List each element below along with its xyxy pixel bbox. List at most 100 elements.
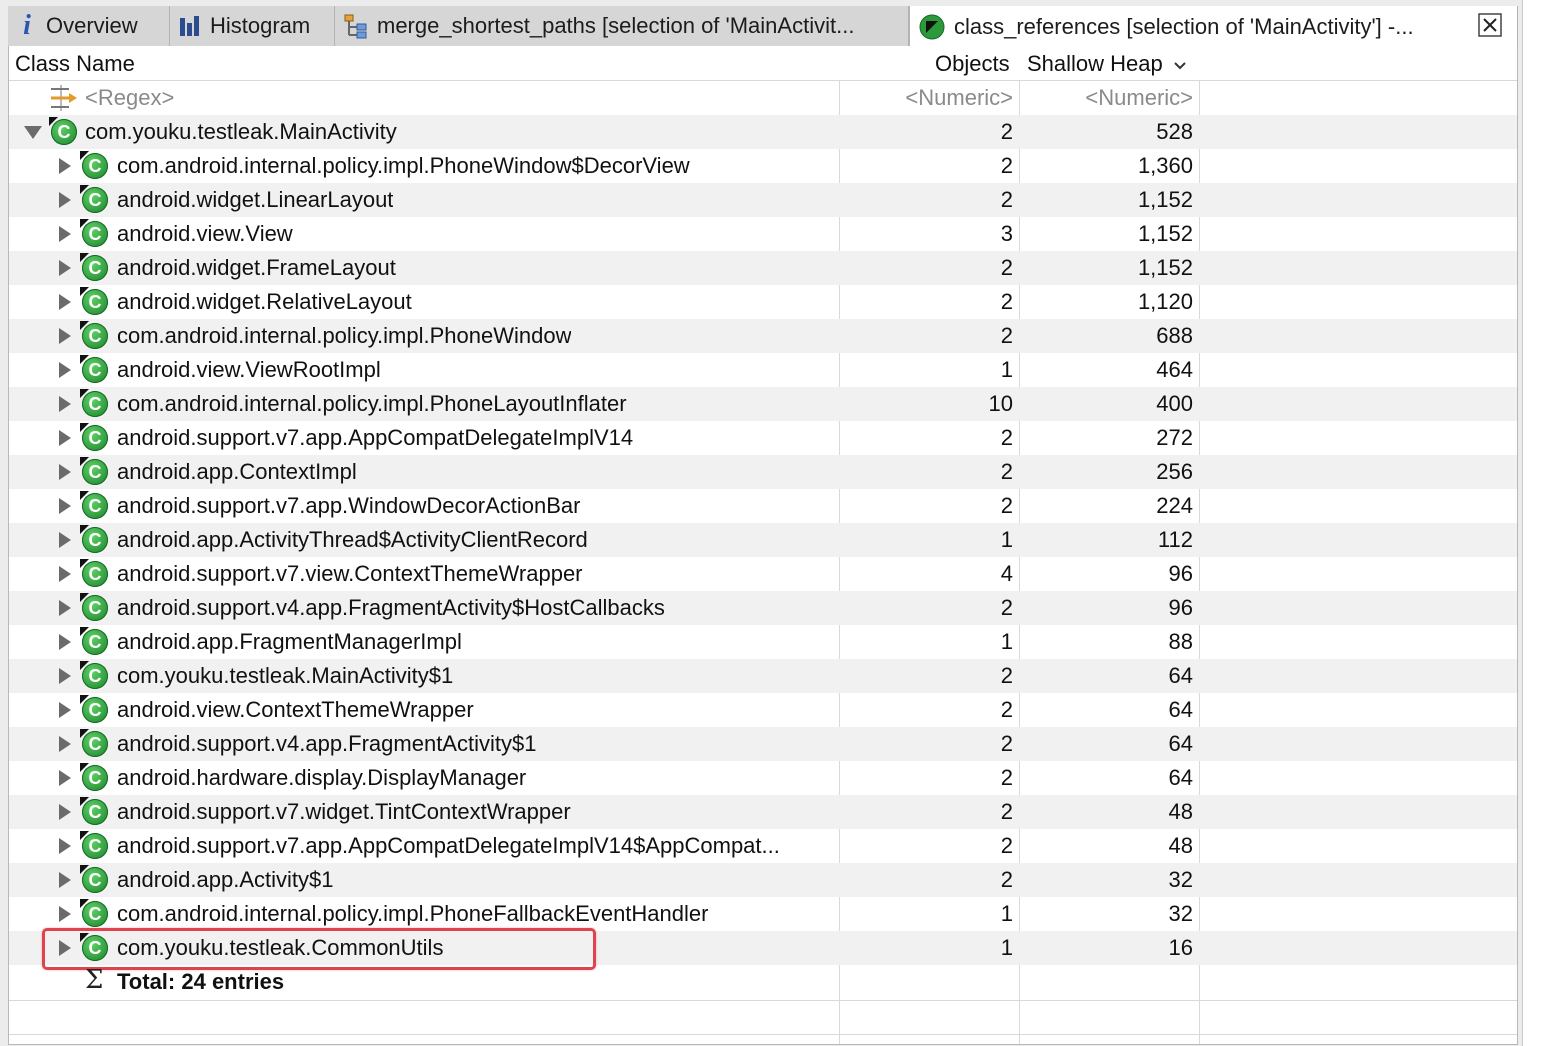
table-row[interactable]: Ccom.youku.testleak.MainActivity$1 2 64 xyxy=(9,659,1517,693)
shallow-heap-filter-input[interactable]: <Numeric> xyxy=(1029,81,1193,115)
expand-arrow-icon[interactable] xyxy=(59,464,71,480)
expand-arrow-icon[interactable] xyxy=(59,362,71,378)
expand-arrow-icon[interactable] xyxy=(59,158,71,174)
class-name-cell: com.youku.testleak.MainActivity$1 xyxy=(117,663,454,688)
table-row[interactable]: Candroid.widget.RelativeLayout 2 1,120 xyxy=(9,285,1517,319)
close-icon[interactable] xyxy=(1477,12,1503,38)
objects-cell: 2 xyxy=(1000,153,1013,178)
shallow-heap-cell: 464 xyxy=(1156,357,1193,382)
table-row[interactable]: Candroid.app.ActivityThread$ActivityClie… xyxy=(9,523,1517,557)
class-icon: C xyxy=(80,457,108,485)
class-icon: C xyxy=(80,797,108,825)
objects-cell: 1 xyxy=(1000,901,1013,926)
objects-cell: 2 xyxy=(1000,595,1013,620)
objects-cell: 2 xyxy=(1000,731,1013,756)
table-row[interactable]: Candroid.support.v7.widget.TintContextWr… xyxy=(9,795,1517,829)
table-row[interactable]: Candroid.support.v7.app.AppCompatDelegat… xyxy=(9,421,1517,455)
table-row[interactable]: Candroid.app.Activity$1 2 32 xyxy=(9,863,1517,897)
objects-cell: 2 xyxy=(1000,459,1013,484)
table-row-root[interactable]: C com.youku.testleak.MainActivity 2 528 xyxy=(9,115,1517,149)
regex-filter-icon xyxy=(51,85,77,111)
expand-arrow-icon[interactable] xyxy=(59,804,71,820)
expand-arrow-icon[interactable] xyxy=(59,770,71,786)
class-icon: C xyxy=(80,389,108,417)
class-icon: C xyxy=(80,287,108,315)
column-header-class-name[interactable]: Class Name xyxy=(15,51,135,77)
collapse-arrow-icon[interactable] xyxy=(24,126,42,139)
class-name-cell: com.youku.testleak.MainActivity xyxy=(85,119,397,144)
shallow-heap-cell: 16 xyxy=(1168,935,1193,960)
expand-arrow-icon[interactable] xyxy=(59,396,71,412)
expand-arrow-icon[interactable] xyxy=(59,260,71,276)
class-icon: C xyxy=(80,185,108,213)
tab-overview[interactable]: i Overview xyxy=(8,6,170,46)
class-name-cell: android.support.v7.app.AppCompatDelegate… xyxy=(117,833,780,858)
class-name-cell: android.support.v4.app.FragmentActivity$… xyxy=(117,595,665,620)
expand-arrow-icon[interactable] xyxy=(59,702,71,718)
expand-arrow-icon[interactable] xyxy=(59,226,71,242)
objects-cell: 2 xyxy=(1000,119,1013,144)
expand-arrow-icon[interactable] xyxy=(59,634,71,650)
shallow-heap-cell: 272 xyxy=(1156,425,1193,450)
shallow-heap-cell: 88 xyxy=(1168,629,1193,654)
table-row[interactable]: Candroid.support.v7.app.WindowDecorActio… xyxy=(9,489,1517,523)
objects-filter-input[interactable]: <Numeric> xyxy=(849,81,1013,115)
table-row[interactable]: Ccom.android.internal.policy.impl.PhoneW… xyxy=(9,319,1517,353)
objects-cell: 2 xyxy=(1000,255,1013,280)
table-row[interactable]: Ccom.android.internal.policy.impl.PhoneW… xyxy=(9,149,1517,183)
tab-class-references[interactable]: class_references [selection of 'MainActi… xyxy=(909,6,1518,47)
tab-label: Overview xyxy=(46,13,138,38)
expand-arrow-icon[interactable] xyxy=(59,736,71,752)
expand-arrow-icon[interactable] xyxy=(59,328,71,344)
expand-arrow-icon[interactable] xyxy=(59,566,71,582)
expand-arrow-icon[interactable] xyxy=(59,498,71,514)
objects-cell: 2 xyxy=(1000,765,1013,790)
table-row[interactable]: Candroid.view.ViewRootImpl 1 464 xyxy=(9,353,1517,387)
expand-arrow-icon[interactable] xyxy=(59,192,71,208)
filter-row: <Regex> <Numeric> <Numeric> xyxy=(9,81,1517,115)
table-row[interactable]: Candroid.view.ContextThemeWrapper 2 64 xyxy=(9,693,1517,727)
table-row[interactable]: Candroid.app.FragmentManagerImpl 1 88 xyxy=(9,625,1517,659)
table-row[interactable]: Candroid.support.v4.app.FragmentActivity… xyxy=(9,591,1517,625)
tab-label: merge_shortest_paths [selection of 'Main… xyxy=(377,13,855,38)
table-row[interactable]: Candroid.support.v4.app.FragmentActivity… xyxy=(9,727,1517,761)
table-row[interactable]: Candroid.support.v7.app.AppCompatDelegat… xyxy=(9,829,1517,863)
class-name-cell: android.app.ContextImpl xyxy=(117,459,357,484)
class-name-cell: android.view.ContextThemeWrapper xyxy=(117,697,474,722)
expand-arrow-icon[interactable] xyxy=(59,532,71,548)
tab-histogram[interactable]: Histogram xyxy=(170,6,335,46)
sum-icon: Σ xyxy=(85,965,104,995)
table-row[interactable]: Candroid.view.View 3 1,152 xyxy=(9,217,1517,251)
class-name-cell: com.android.internal.policy.impl.PhoneFa… xyxy=(117,901,709,926)
expand-arrow-icon[interactable] xyxy=(59,872,71,888)
table-row[interactable]: Candroid.app.ContextImpl 2 256 xyxy=(9,455,1517,489)
expand-arrow-icon[interactable] xyxy=(59,906,71,922)
table-row[interactable]: Ccom.android.internal.policy.impl.PhoneL… xyxy=(9,387,1517,421)
expand-arrow-icon[interactable] xyxy=(59,668,71,684)
objects-cell: 2 xyxy=(1000,323,1013,348)
objects-cell: 1 xyxy=(1000,527,1013,552)
class-icon: C xyxy=(80,593,108,621)
table-row[interactable]: Candroid.hardware.display.DisplayManager… xyxy=(9,761,1517,795)
tab-merge-shortest-paths[interactable]: merge_shortest_paths [selection of 'Main… xyxy=(335,6,909,46)
expand-arrow-icon[interactable] xyxy=(59,838,71,854)
expand-arrow-icon[interactable] xyxy=(59,294,71,310)
shallow-heap-cell: 1,120 xyxy=(1137,289,1193,314)
table-row[interactable]: Candroid.support.v7.view.ContextThemeWra… xyxy=(9,557,1517,591)
shallow-heap-cell: 32 xyxy=(1168,867,1193,892)
column-header-shallow-heap[interactable]: Shallow Heap xyxy=(1027,51,1187,77)
column-header-objects[interactable]: Objects xyxy=(935,51,1010,77)
class-icon: C xyxy=(80,831,108,859)
shallow-heap-cell: 64 xyxy=(1168,663,1193,688)
table-row[interactable]: Ccom.android.internal.policy.impl.PhoneF… xyxy=(9,897,1517,931)
class-icon: C xyxy=(80,865,108,893)
regex-filter-input[interactable]: <Regex> xyxy=(85,81,174,115)
table-row[interactable]: Candroid.widget.LinearLayout 2 1,152 xyxy=(9,183,1517,217)
column-header-row: Class Name Objects Shallow Heap xyxy=(9,46,1517,81)
table-row[interactable]: Candroid.widget.FrameLayout 2 1,152 xyxy=(9,251,1517,285)
expand-arrow-icon[interactable] xyxy=(59,430,71,446)
column-header-label: Shallow Heap xyxy=(1027,51,1163,76)
class-name-cell: android.support.v7.app.AppCompatDelegate… xyxy=(117,425,634,450)
class-name-cell: android.hardware.display.DisplayManager xyxy=(117,765,527,790)
expand-arrow-icon[interactable] xyxy=(59,600,71,616)
